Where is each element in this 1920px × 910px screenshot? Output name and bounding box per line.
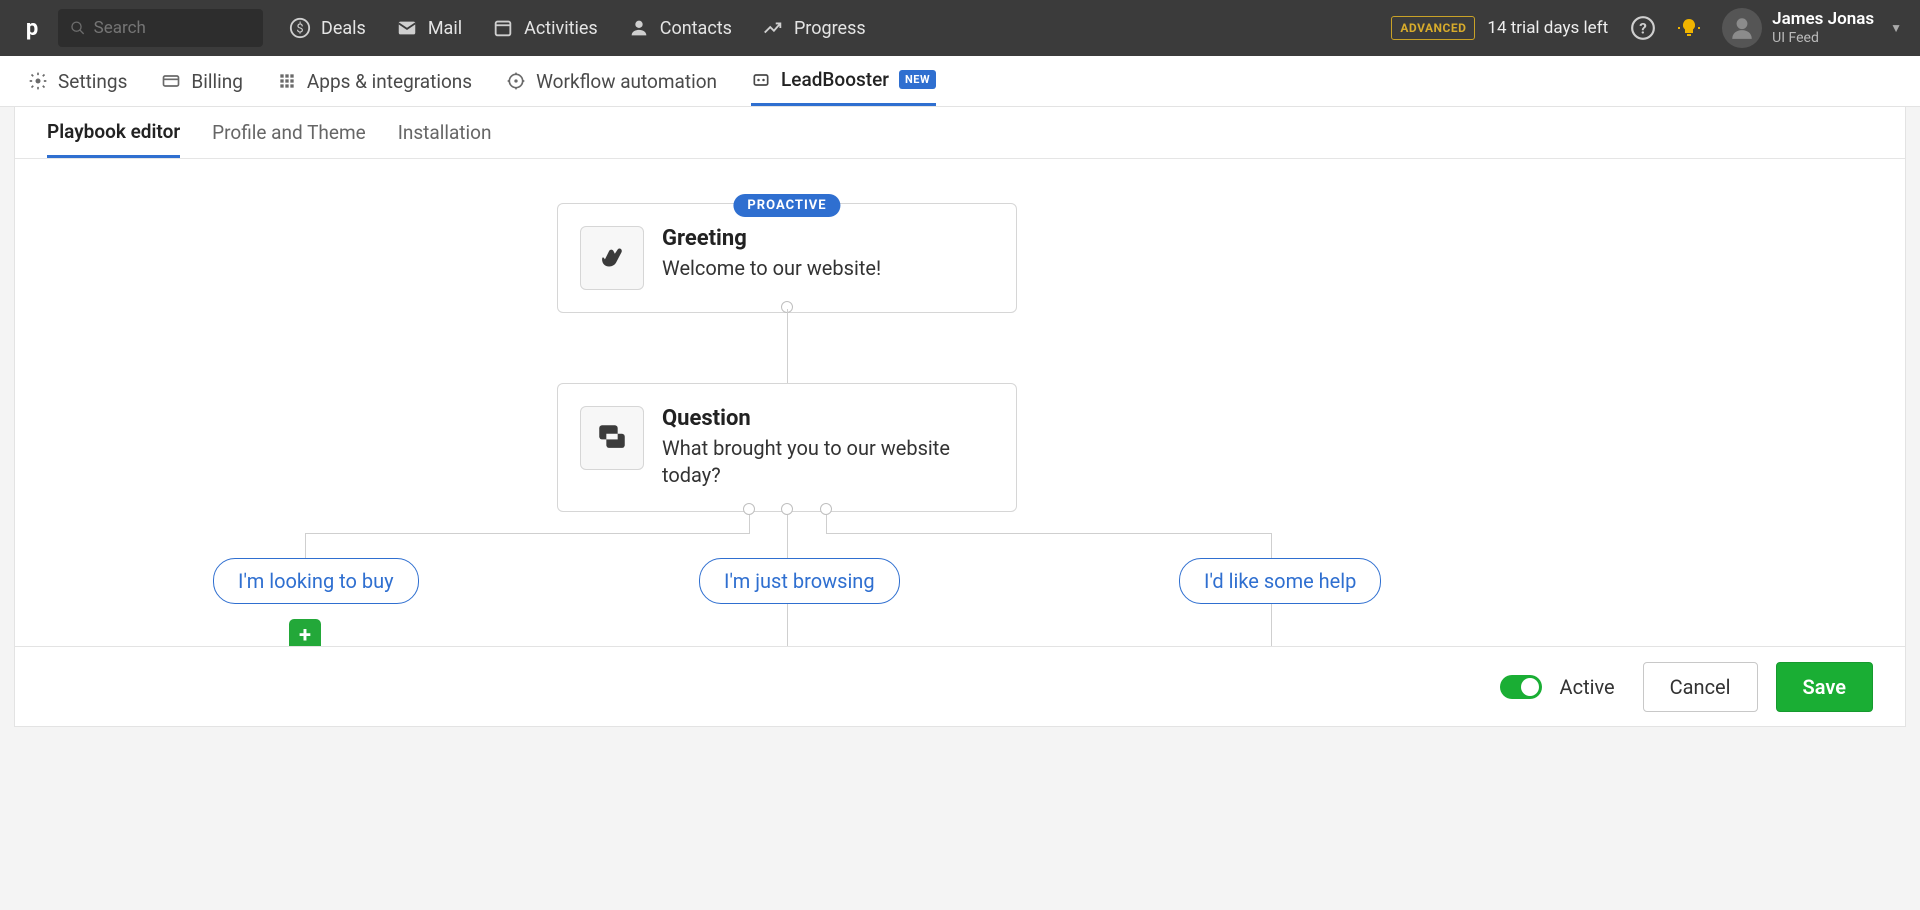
- new-badge: NEW: [899, 70, 936, 89]
- answer-option-browsing[interactable]: I'm just browsing: [699, 558, 900, 604]
- editor-footer: Active Cancel Save: [15, 646, 1905, 726]
- subnav-apps[interactable]: Apps & integrations: [277, 56, 472, 106]
- trend-icon: [762, 17, 784, 39]
- settings-subnav: Settings Billing Apps & integrations Wor…: [0, 56, 1920, 107]
- save-button[interactable]: Save: [1776, 662, 1873, 712]
- connector-line: [305, 533, 306, 558]
- connector-port[interactable]: [743, 503, 755, 515]
- nav-mail[interactable]: Mail: [396, 17, 462, 39]
- subnav-workflow[interactable]: Workflow automation: [506, 56, 717, 106]
- app-logo[interactable]: p: [18, 14, 46, 42]
- playbook-canvas[interactable]: PROACTIVE Greeting Welcome to our websit…: [15, 159, 1905, 726]
- tab-installation[interactable]: Installation: [398, 107, 492, 158]
- gear-icon: [28, 71, 48, 91]
- nav-label: Contacts: [660, 18, 732, 39]
- connector-line: [826, 533, 1271, 534]
- chat-icon: [580, 406, 644, 470]
- subnav-label: Settings: [58, 70, 127, 93]
- plan-badge: ADVANCED: [1391, 16, 1475, 40]
- subnav-billing[interactable]: Billing: [161, 56, 242, 106]
- leadbooster-panel: Playbook editor Profile and Theme Instal…: [14, 107, 1906, 727]
- user-menu[interactable]: James Jonas UI Feed: [1772, 9, 1874, 46]
- subnav-label: Billing: [191, 70, 242, 93]
- node-text: What brought you to our website today?: [662, 435, 994, 489]
- active-toggle[interactable]: [1500, 675, 1542, 699]
- subnav-label: LeadBooster: [781, 68, 889, 91]
- nav-progress[interactable]: Progress: [762, 17, 866, 39]
- tab-playbook-editor[interactable]: Playbook editor: [47, 107, 180, 158]
- user-name: James Jonas: [1772, 9, 1874, 29]
- search-box[interactable]: [58, 9, 263, 47]
- primary-nav: $ Deals Mail Activities Contacts Progres…: [289, 17, 866, 39]
- user-org: UI Feed: [1772, 30, 1874, 47]
- card-icon: [161, 71, 181, 91]
- connector-line: [787, 309, 788, 383]
- search-icon: [70, 19, 86, 37]
- chevron-down-icon[interactable]: ▼: [1890, 21, 1902, 35]
- person-icon: [628, 17, 650, 39]
- svg-text:$: $: [296, 22, 303, 37]
- cancel-button[interactable]: Cancel: [1643, 662, 1758, 712]
- node-title: Question: [662, 406, 994, 431]
- nav-label: Deals: [321, 18, 366, 39]
- chatbot-icon: [751, 70, 771, 90]
- subnav-label: Apps & integrations: [307, 70, 472, 93]
- mail-icon: [396, 17, 418, 39]
- svg-text:?: ?: [1639, 19, 1647, 37]
- active-label: Active: [1560, 675, 1615, 699]
- connector-line: [826, 515, 827, 533]
- connector-port[interactable]: [820, 503, 832, 515]
- subnav-settings[interactable]: Settings: [28, 56, 127, 106]
- node-text: Welcome to our website!: [662, 255, 881, 282]
- node-question[interactable]: Question What brought you to our website…: [557, 383, 1017, 512]
- grid-icon: [277, 71, 297, 91]
- nav-label: Progress: [794, 18, 866, 39]
- connector-line: [305, 533, 750, 534]
- subnav-leadbooster[interactable]: LeadBooster NEW: [751, 56, 936, 106]
- lightbulb-icon[interactable]: [1676, 15, 1702, 41]
- nav-deals[interactable]: $ Deals: [289, 17, 366, 39]
- leadbooster-tabs: Playbook editor Profile and Theme Instal…: [15, 107, 1905, 159]
- proactive-badge: PROACTIVE: [733, 194, 840, 217]
- subnav-label: Workflow automation: [536, 70, 717, 93]
- trial-days: 14 trial days left: [1487, 18, 1608, 38]
- topbar: p $ Deals Mail Activities Contacts Progr…: [0, 0, 1920, 56]
- node-title: Greeting: [662, 226, 881, 251]
- node-greeting[interactable]: PROACTIVE Greeting Welcome to our websit…: [557, 203, 1017, 313]
- automation-icon: [506, 71, 526, 91]
- calendar-icon: [492, 17, 514, 39]
- connector-line: [749, 515, 750, 533]
- avatar[interactable]: [1722, 8, 1762, 48]
- tab-profile-theme[interactable]: Profile and Theme: [212, 107, 366, 158]
- connector-port[interactable]: [781, 503, 793, 515]
- nav-activities[interactable]: Activities: [492, 17, 598, 39]
- help-icon[interactable]: ?: [1630, 15, 1656, 41]
- wave-icon: [580, 226, 644, 290]
- nav-label: Activities: [524, 18, 598, 39]
- search-input[interactable]: [94, 18, 251, 38]
- nav-contacts[interactable]: Contacts: [628, 17, 732, 39]
- answer-option-buy[interactable]: I'm looking to buy: [213, 558, 419, 604]
- dollar-icon: $: [289, 17, 311, 39]
- answer-option-help[interactable]: I'd like some help: [1179, 558, 1381, 604]
- nav-label: Mail: [428, 18, 462, 39]
